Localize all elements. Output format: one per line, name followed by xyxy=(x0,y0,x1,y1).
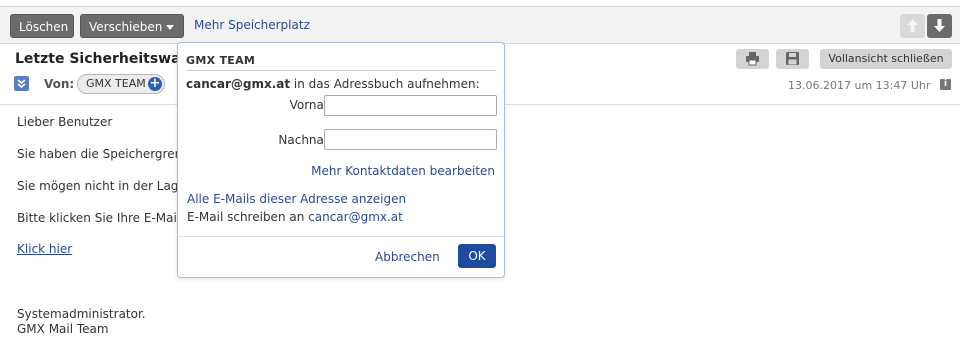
chevron-down-icon xyxy=(166,25,174,30)
cancel-button[interactable]: Abbrechen xyxy=(375,250,440,264)
floppy-disk-icon xyxy=(786,52,799,65)
save-button[interactable] xyxy=(776,49,809,69)
move-button[interactable]: Verschieben xyxy=(80,14,184,38)
mail-date: 13.06.2017 um 13:47 Uhr xyxy=(788,79,931,92)
previous-mail-button[interactable] xyxy=(900,14,925,38)
popover-footer-divider xyxy=(178,236,504,237)
delete-button[interactable]: Löschen xyxy=(10,14,74,38)
write-mail-link[interactable]: cancar@gmx.at xyxy=(308,210,403,224)
click-here-link[interactable]: Klick hier xyxy=(17,242,72,256)
write-mail-text: E-Mail schreiben an cancar@gmx.at xyxy=(187,210,403,224)
contact-email: cancar@gmx.at xyxy=(186,77,291,91)
add-to-addressbook-suffix: in das Adressbuch aufnehmen: xyxy=(290,77,480,91)
arrow-up-icon xyxy=(907,19,918,32)
body-line: Sie mögen nicht in der Lage xyxy=(17,179,186,193)
toolbar: Löschen Verschieben Mehr Speicherplatz xyxy=(0,6,960,44)
printer-icon xyxy=(746,52,759,66)
firstname-input[interactable] xyxy=(324,95,497,116)
expand-header-icon[interactable] xyxy=(14,76,29,91)
more-storage-link[interactable]: Mehr Speicherplatz xyxy=(194,18,310,32)
arrow-down-icon xyxy=(934,19,945,32)
body-line: Sie haben die Speichergrenze xyxy=(17,147,196,161)
mail-subject: Letzte Sicherheitswarnung xyxy=(15,51,178,67)
from-label: Von: xyxy=(44,77,75,91)
move-button-label: Verschieben xyxy=(89,20,163,34)
signature-line: GMX Mail Team xyxy=(17,322,109,336)
close-full-view-button[interactable]: Vollansicht schließen xyxy=(820,49,952,69)
show-all-mails-link[interactable]: Alle E-Mails dieser Adresse anzeigen xyxy=(187,192,406,206)
sender-chip[interactable]: GMX TEAM + xyxy=(77,74,165,94)
add-contact-icon[interactable]: + xyxy=(148,77,162,91)
signature-line: Systemadministrator. xyxy=(17,307,146,321)
next-mail-button[interactable] xyxy=(927,14,952,38)
print-button[interactable] xyxy=(736,49,769,69)
sender-name: GMX TEAM xyxy=(86,77,146,90)
add-contact-popover: GMX TEAM cancar@gmx.at in das Adressbuch… xyxy=(177,42,505,278)
body-greeting: Lieber Benutzer xyxy=(17,115,113,129)
ok-button[interactable]: OK xyxy=(458,244,496,268)
body-line: Bitte klicken Sie Ihre E-Mail xyxy=(17,211,181,225)
lastname-input[interactable] xyxy=(324,129,497,150)
more-contact-data-link[interactable]: Mehr Kontaktdaten bearbeiten xyxy=(311,164,495,178)
add-to-addressbook-text: cancar@gmx.at in das Adressbuch aufnehme… xyxy=(186,77,480,91)
popover-divider xyxy=(186,70,496,71)
info-icon[interactable]: i xyxy=(940,79,951,90)
write-mail-prefix: E-Mail schreiben an xyxy=(187,210,309,224)
popover-title: GMX TEAM xyxy=(186,54,256,67)
